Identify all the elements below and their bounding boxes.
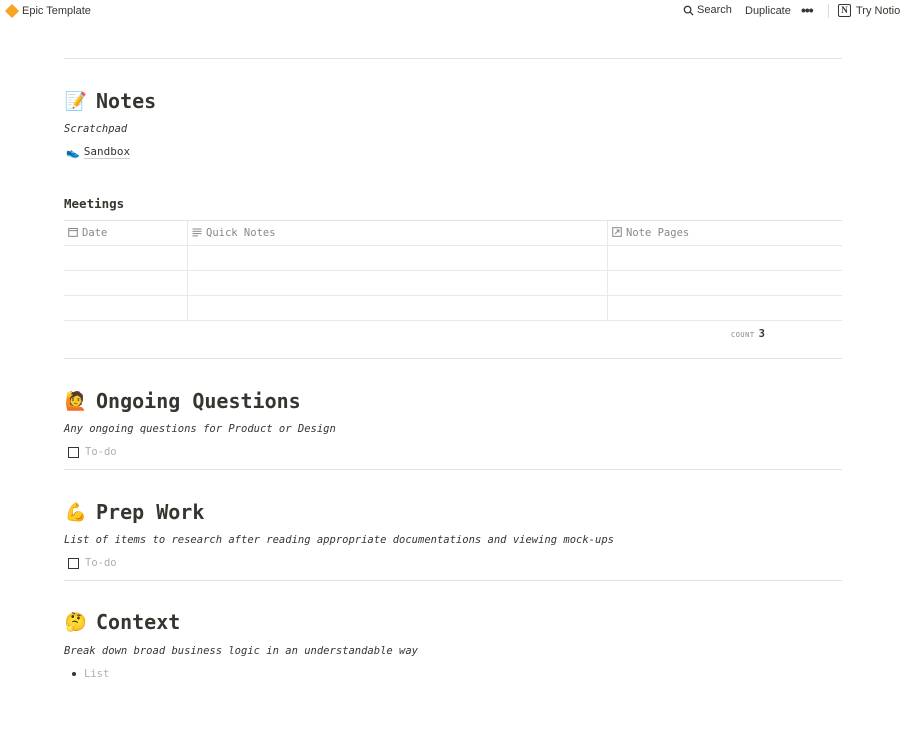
row-count[interactable]: COUNT 3 <box>731 328 765 340</box>
try-notion-button[interactable]: N Try Notio <box>838 4 900 17</box>
todo-item[interactable]: To-do <box>68 446 117 458</box>
todo-item[interactable]: To-do <box>68 557 117 569</box>
duplicate-button[interactable]: Duplicate <box>745 5 791 17</box>
table-header-row: Date Quick Notes Note Pages <box>64 221 842 246</box>
table-cell[interactable] <box>188 271 608 295</box>
raising-hand-icon: 🙋 <box>64 390 88 412</box>
search-button[interactable]: Search <box>683 4 732 16</box>
prep-work-title: Prep Work <box>96 500 205 524</box>
column-label: Note Pages <box>626 227 690 239</box>
count-label: COUNT <box>731 331 755 339</box>
ongoing-questions-description: Any ongoing questions for Product or Des… <box>64 423 336 435</box>
table-cell[interactable] <box>64 271 188 295</box>
notes-title: Notes <box>96 89 157 113</box>
table-row[interactable] <box>64 271 842 296</box>
divider <box>64 358 842 359</box>
search-label: Search <box>697 4 732 16</box>
topbar-divider <box>828 4 829 18</box>
todo-checkbox[interactable] <box>68 446 79 458</box>
table-row[interactable] <box>64 296 842 321</box>
table-cell[interactable] <box>188 296 608 320</box>
page-diamond-icon <box>4 3 20 19</box>
table-row[interactable] <box>64 246 842 271</box>
prep-work-heading: 💪 Prep Work <box>64 500 205 524</box>
todo-placeholder[interactable]: To-do <box>85 557 117 569</box>
top-bar: Epic Template Search Duplicate ••• N Try… <box>0 0 902 24</box>
sandbox-label: Sandbox <box>83 145 131 159</box>
breadcrumb[interactable]: Epic Template <box>4 3 91 19</box>
divider <box>64 469 842 470</box>
meetings-table: Date Quick Notes Note Pages <box>64 220 842 321</box>
notion-logo-icon: N <box>838 4 851 17</box>
count-value: 3 <box>758 328 765 340</box>
column-header-quick-notes[interactable]: Quick Notes <box>188 221 608 245</box>
memo-icon: 📝 <box>64 90 88 112</box>
column-label: Date <box>82 227 108 239</box>
context-heading: 🤔 Context <box>64 610 181 634</box>
ongoing-questions-title: Ongoing Questions <box>96 389 301 413</box>
table-cell[interactable] <box>64 246 188 270</box>
table-cell[interactable] <box>608 271 842 295</box>
meetings-title[interactable]: Meetings <box>64 196 124 211</box>
divider <box>64 58 842 59</box>
sandbox-page-link[interactable]: 👟 Sandbox <box>66 145 131 159</box>
table-cell[interactable] <box>188 246 608 270</box>
try-notion-label: Try Notio <box>856 4 901 17</box>
notes-heading: 📝 Notes <box>64 89 156 113</box>
calendar-icon <box>68 227 78 240</box>
column-label: Quick Notes <box>206 227 276 239</box>
shoe-icon: 👟 <box>66 145 80 159</box>
table-cell[interactable] <box>64 296 188 320</box>
breadcrumb-label: Epic Template <box>22 5 91 17</box>
divider <box>64 580 842 581</box>
relation-icon <box>612 226 622 240</box>
context-title: Context <box>96 610 181 634</box>
table-cell[interactable] <box>608 246 842 270</box>
thinking-face-icon: 🤔 <box>64 611 88 633</box>
bullet-icon <box>72 672 76 676</box>
column-header-date[interactable]: Date <box>64 221 188 245</box>
prep-work-description: List of items to research after reading … <box>64 534 614 546</box>
list-placeholder[interactable]: List <box>84 668 109 680</box>
more-options-icon[interactable]: ••• <box>801 2 814 18</box>
todo-checkbox[interactable] <box>68 557 79 569</box>
flexed-biceps-icon: 💪 <box>64 501 88 523</box>
table-cell[interactable] <box>608 296 842 320</box>
text-lines-icon <box>192 227 202 240</box>
scratchpad-text: Scratchpad <box>64 123 128 135</box>
ongoing-questions-heading: 🙋 Ongoing Questions <box>64 389 301 413</box>
column-header-note-pages[interactable]: Note Pages <box>608 221 842 245</box>
context-description: Break down broad business logic in an un… <box>64 645 419 657</box>
list-item[interactable]: List <box>72 668 109 680</box>
search-icon <box>683 5 694 16</box>
todo-placeholder[interactable]: To-do <box>85 446 117 458</box>
